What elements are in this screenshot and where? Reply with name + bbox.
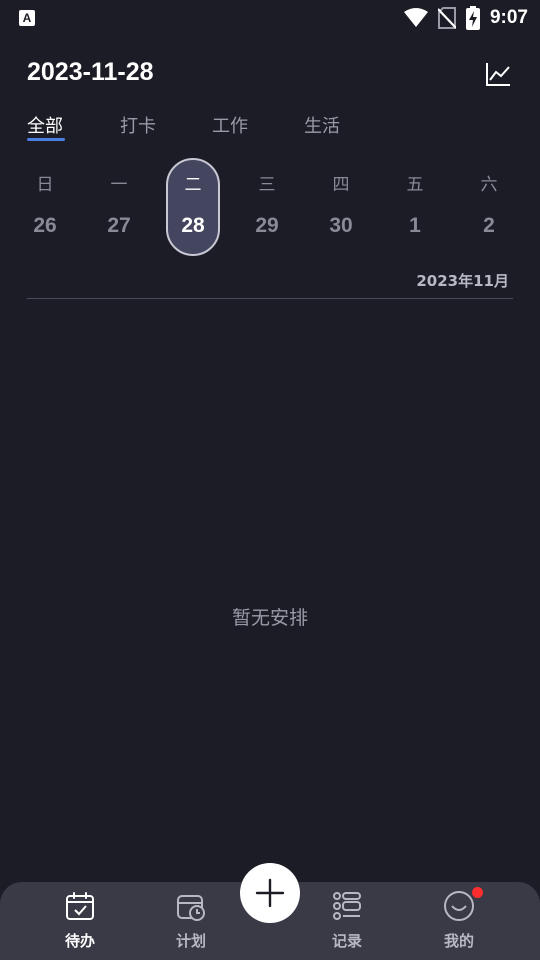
nav-label: 计划	[175, 932, 206, 950]
nav-item-todo[interactable]: 待办	[40, 890, 120, 956]
record-list-icon	[333, 892, 361, 920]
status-right: 9:07	[403, 6, 528, 30]
battery-charging-icon	[465, 6, 480, 30]
statistics-button[interactable]	[484, 60, 512, 88]
wifi-icon	[403, 8, 428, 28]
page-title-date[interactable]: 2023-11-28	[27, 58, 154, 87]
day-weekday: 六	[480, 175, 498, 195]
day-cell[interactable]: 一 27	[92, 158, 146, 256]
empty-state-text: 暂无安排	[231, 607, 308, 629]
status-bar: A 9:07	[0, 0, 540, 36]
nav-label: 待办	[64, 932, 95, 950]
day-weekday: 二	[184, 175, 202, 195]
tab-label: 全部	[27, 116, 63, 137]
day-weekday: 四	[332, 175, 350, 195]
plus-icon	[255, 878, 285, 908]
tab-checkin[interactable]: 打卡	[120, 112, 156, 138]
tab-all[interactable]: 全部	[27, 112, 65, 141]
nav-label: 我的	[443, 932, 474, 950]
day-weekday: 一	[110, 175, 128, 195]
day-number: 2	[483, 214, 495, 237]
tab-work[interactable]: 工作	[212, 112, 248, 138]
nav-item-record[interactable]: 记录	[307, 890, 387, 956]
todo-calendar-icon	[66, 892, 94, 920]
no-sim-icon	[437, 7, 456, 29]
day-number: 26	[33, 214, 57, 237]
day-weekday: 五	[406, 175, 424, 195]
day-cell[interactable]: 日 26	[18, 158, 72, 256]
day-weekday: 日	[36, 175, 54, 195]
app-notification-icon: A	[19, 10, 35, 26]
nav-label: 记录	[331, 932, 362, 950]
month-label[interactable]: 2023年11月	[416, 270, 509, 291]
nav-item-plan[interactable]: 计划	[151, 890, 231, 956]
week-strip: 日 26 一 27 二 28 三 29 四 30 五 1 六 2	[0, 158, 540, 258]
smile-profile-icon	[444, 891, 474, 921]
day-cell-selected[interactable]: 二 28	[166, 158, 220, 256]
day-weekday: 三	[258, 175, 276, 195]
add-button[interactable]	[240, 863, 300, 923]
tab-life[interactable]: 生活	[304, 112, 340, 138]
day-number: 30	[329, 214, 353, 237]
line-chart-icon	[486, 63, 510, 86]
nav-item-profile[interactable]: 我的	[419, 890, 499, 956]
day-cell[interactable]: 五 1	[388, 158, 442, 256]
day-cell[interactable]: 四 30	[314, 158, 368, 256]
day-cell[interactable]: 三 29	[240, 158, 294, 256]
active-tab-indicator	[27, 138, 65, 141]
status-time: 9:07	[489, 7, 528, 28]
day-number: 28	[181, 214, 205, 237]
day-number: 27	[107, 214, 131, 237]
day-number: 29	[255, 214, 279, 237]
notification-dot	[472, 887, 483, 898]
day-cell[interactable]: 六 2	[462, 158, 516, 256]
day-number: 1	[409, 214, 421, 237]
divider	[27, 298, 513, 299]
plan-clock-icon	[177, 895, 205, 921]
